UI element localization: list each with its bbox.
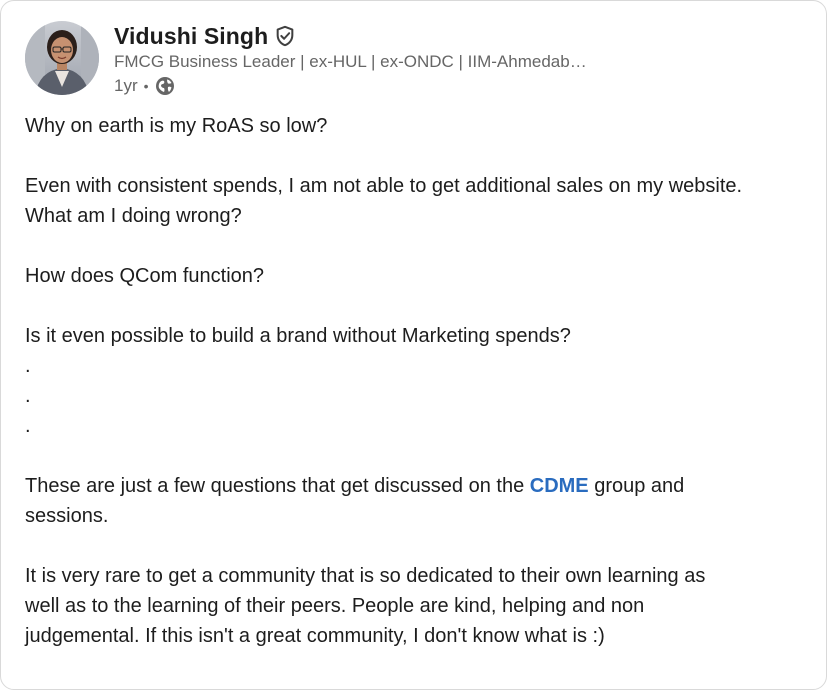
- post-line: These are just a few questions that get …: [25, 471, 805, 501]
- post-timestamp-row: 1yr •: [114, 74, 587, 98]
- author-headline: FMCG Business Leader | ex-HUL | ex-ONDC …: [114, 52, 587, 71]
- post-text: These are just a few questions that get …: [25, 475, 530, 497]
- post-time: 1yr: [114, 76, 138, 95]
- author-avatar[interactable]: [25, 21, 99, 95]
- globe-icon: [155, 76, 175, 96]
- post-line: Is it even possible to build a brand wit…: [25, 325, 571, 347]
- post-header: Vidushi Singh FMCG Business Leader | ex-…: [25, 21, 587, 98]
- author-name[interactable]: Vidushi Singh: [114, 23, 268, 50]
- post-text: group and: [588, 475, 685, 497]
- post-line: Why on earth is my RoAS so low?: [25, 115, 328, 137]
- post-card: Vidushi Singh FMCG Business Leader | ex-…: [0, 0, 827, 690]
- separator-dot: •: [143, 78, 149, 94]
- post-dot: .: [25, 385, 31, 407]
- post-dot: .: [25, 415, 31, 437]
- cdme-link[interactable]: CDME: [530, 475, 589, 497]
- post-line: Even with consistent spends, I am not ab…: [25, 175, 743, 197]
- post-line: It is very rare to get a community that …: [25, 565, 706, 587]
- verified-shield-icon: [274, 25, 296, 47]
- post-body: Why on earth is my RoAS so low? Even wit…: [25, 111, 805, 651]
- post-line: What am I doing wrong?: [25, 205, 242, 227]
- author-meta: Vidushi Singh FMCG Business Leader | ex-…: [114, 21, 587, 98]
- post-line: judgemental. If this isn't a great commu…: [25, 625, 605, 647]
- author-name-row[interactable]: Vidushi Singh: [114, 21, 587, 51]
- post-dot: .: [25, 355, 31, 377]
- post-line: How does QCom function?: [25, 265, 265, 287]
- post-line: well as to the learning of their peers. …: [25, 595, 645, 617]
- post-line: sessions.: [25, 505, 109, 527]
- avatar-photo: [25, 21, 99, 95]
